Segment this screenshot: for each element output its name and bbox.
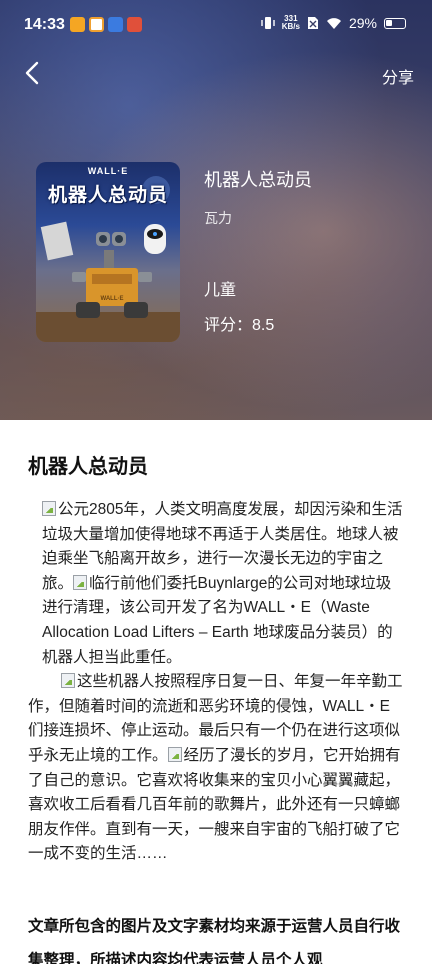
- synopsis-body: 公元2805年，人类文明高度发展，却因污染和生活垃圾大量增加使得地球不再适于人类…: [28, 498, 404, 867]
- movie-title: 机器人总动员: [204, 170, 312, 190]
- synopsis-text: 临行前他们委托Buynlarge的公司对地球垃圾进行清理，该公司开发了名为WAL…: [42, 574, 393, 666]
- notification-app-icon: [89, 17, 104, 32]
- broken-image-icon: [42, 501, 56, 516]
- copyright-disclaimer: 文章所包含的图片及文字素材均来源于运营人员自行收集整理，所描述内容均代表运营人员…: [28, 918, 401, 964]
- status-indicators: 331 KB/s 29%: [261, 15, 406, 31]
- notification-app-icon: [108, 17, 123, 32]
- vibrate-icon: [261, 17, 275, 29]
- synopsis-paragraph: 这些机器人按照程序日复一日、年复一年辛勤工作，但随着时间的流逝和恶劣环境的侵蚀，…: [28, 670, 404, 867]
- network-speed: 331 KB/s: [282, 15, 300, 31]
- status-bar: 14:33 331 KB/s 29%: [0, 0, 432, 52]
- chevron-left-icon: [25, 61, 39, 85]
- battery-percent: 29%: [348, 15, 377, 31]
- wifi-icon: [326, 17, 341, 29]
- status-notification-icons: [70, 17, 142, 32]
- notification-app-icon: [127, 17, 142, 32]
- synopsis-section: 机器人总动员 公元2805年，人类文明高度发展，却因污染和生活垃圾大量增加使得地…: [0, 420, 432, 964]
- no-sim-icon: [307, 17, 318, 29]
- network-speed-unit: KB/s: [281, 22, 300, 31]
- back-button[interactable]: [18, 58, 48, 88]
- broken-image-icon: [167, 746, 182, 762]
- notification-app-icon: [70, 17, 85, 32]
- synopsis-title: 机器人总动员: [28, 456, 148, 478]
- synopsis-paragraph: 公元2805年，人类文明高度发展，却因污染和生活垃圾大量增加使得地球不再适于人类…: [28, 498, 404, 670]
- movie-director: 瓦力: [204, 210, 232, 226]
- battery-icon: [384, 17, 406, 29]
- synopsis-text: 经历了漫长的岁月，它开始拥有了自己的意识。它喜欢将收集来的宝贝小心翼翼藏起，喜欢…: [28, 746, 401, 863]
- share-button[interactable]: 分享: [382, 64, 414, 88]
- poster-title: 机器人总动员: [47, 185, 168, 206]
- broken-image-icon: [73, 574, 88, 590]
- movie-poster: WALL·E WALL·E 机器人总动员: [36, 162, 180, 342]
- svg-text:WALL·E: WALL·E: [101, 296, 124, 302]
- status-time: 14:33: [24, 16, 65, 33]
- movie-detail-screen: 14:33 331 KB/s 29% 分享 WALL·E WALL·E 机器人总…: [0, 0, 432, 964]
- movie-rating: 评分：8.5: [204, 317, 275, 334]
- poster-brand: WALL·E: [87, 166, 129, 176]
- broken-image-icon: [61, 673, 75, 689]
- movie-genre: 儿童: [204, 282, 237, 299]
